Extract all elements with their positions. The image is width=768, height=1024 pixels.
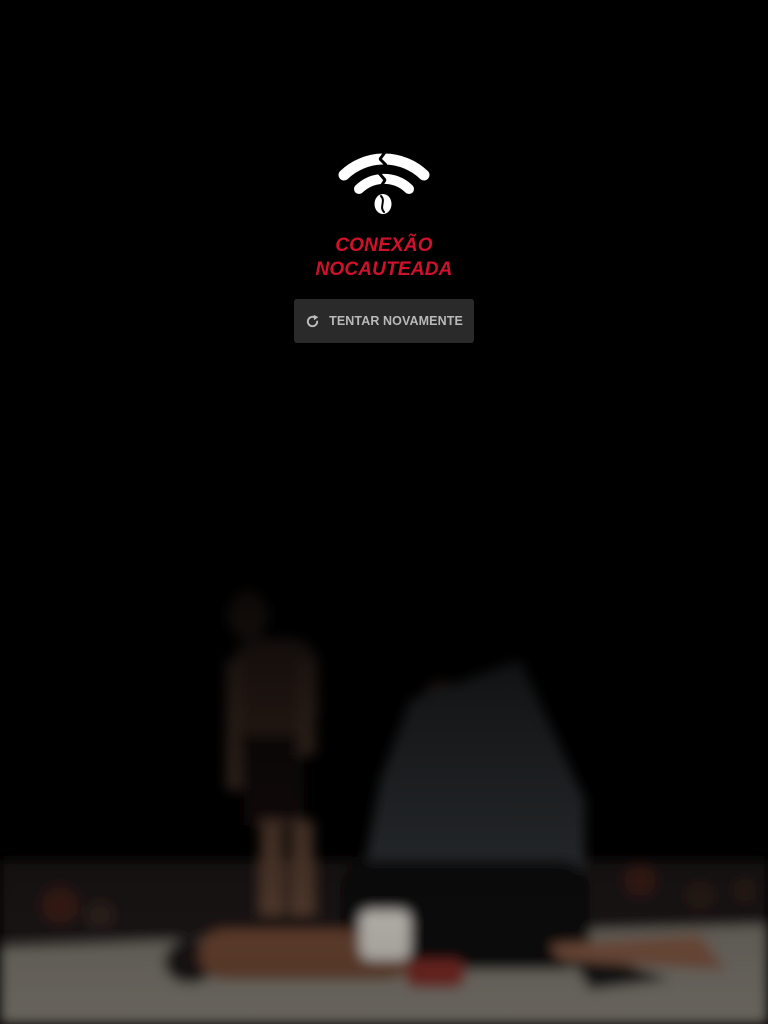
error-panel: CONEXÃO NOCAUTEADA TENTAR NOVAMENTE <box>0 148 768 343</box>
connection-error-screen: CONEXÃO NOCAUTEADA TENTAR NOVAMENTE <box>0 0 768 1024</box>
broken-wifi-icon <box>338 150 430 214</box>
error-title-line-2: NOCAUTEADA <box>315 259 453 280</box>
retry-button[interactable]: TENTAR NOVAMENTE <box>294 299 474 343</box>
error-title: CONEXÃO NOCAUTEADA <box>315 234 452 282</box>
error-title-line-1: CONEXÃO <box>335 235 433 256</box>
refresh-icon <box>307 314 319 327</box>
retry-button-label: TENTAR NOVAMENTE <box>329 314 463 328</box>
